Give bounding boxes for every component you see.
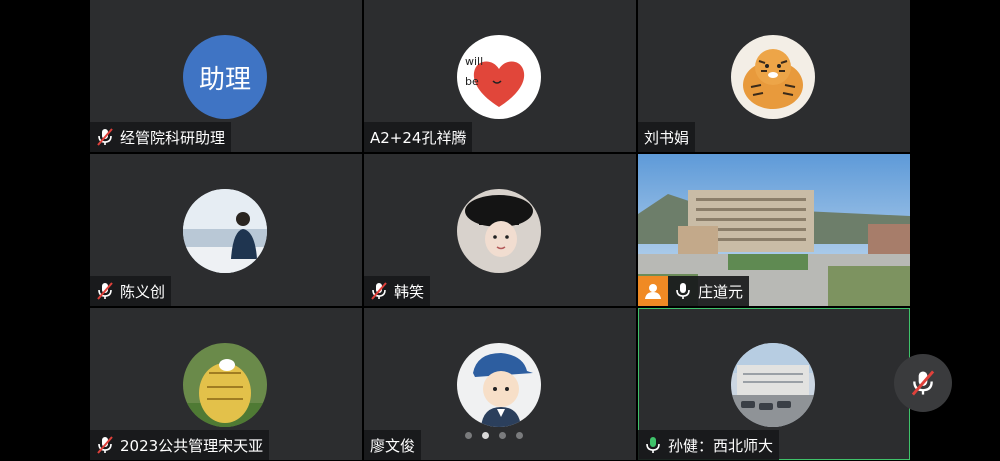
participant-name-label: 陈义创 xyxy=(90,276,172,306)
participant-tile[interactable]: 刘书娟 xyxy=(638,0,910,152)
participant-name: 廖文俊 xyxy=(370,436,416,455)
participant-tile-active-speaker[interactable]: 孙健：西北师大 xyxy=(638,308,910,460)
participant-tile[interactable]: 2023公共管理宋天亚 xyxy=(90,308,362,460)
participant-name-label: 庄道元 xyxy=(668,276,750,306)
participant-tile[interactable]: 陈义创 xyxy=(90,154,362,306)
boy-cap-cartoon-avatar xyxy=(457,343,541,427)
heart-drawing-avatar: will be xyxy=(457,35,541,119)
mic-muted-icon xyxy=(911,370,935,396)
participant-name: 韩笑 xyxy=(394,282,425,301)
participant-name-label: 廖文俊 xyxy=(364,430,422,460)
avatar-word: be xyxy=(465,75,479,88)
text-avatar: 助理 xyxy=(183,35,267,119)
participant-name: 孙健：西北师大 xyxy=(668,436,774,455)
participant-name: 刘书娟 xyxy=(644,128,690,147)
yellow-animal-avatar xyxy=(183,343,267,427)
person-icon-badge xyxy=(638,276,668,306)
person-icon xyxy=(645,284,661,299)
mic-muted-icon xyxy=(97,282,113,300)
page-indicator[interactable] xyxy=(465,432,523,439)
participant-tile[interactable]: will be A2+24孔祥腾 xyxy=(364,0,636,152)
avatar-initials: 助理 xyxy=(198,64,251,95)
participant-video-tile[interactable]: 庄道元 xyxy=(638,154,910,306)
person-by-sea-avatar xyxy=(183,189,267,273)
page-dot[interactable] xyxy=(516,432,523,439)
participant-name: 2023公共管理宋天亚 xyxy=(120,436,264,455)
participant-name-label: 韩笑 xyxy=(364,276,431,306)
participant-name: 经管院科研助理 xyxy=(120,128,226,147)
page-dot[interactable] xyxy=(499,432,506,439)
tiger-cartoon-avatar xyxy=(731,35,815,119)
page-dot-current[interactable] xyxy=(482,432,489,439)
participant-name-label: 刘书娟 xyxy=(638,122,696,152)
avatar-word: will xyxy=(465,55,483,68)
page-dot[interactable] xyxy=(465,432,472,439)
participant-name: 陈义创 xyxy=(120,282,166,301)
mic-muted-icon xyxy=(371,282,387,300)
participant-name-label: 2023公共管理宋天亚 xyxy=(90,430,270,460)
child-with-hat-avatar xyxy=(457,189,541,273)
mic-speaking-icon xyxy=(646,437,660,453)
participant-name-label: 经管院科研助理 xyxy=(90,122,232,152)
mic-muted-icon xyxy=(97,128,113,146)
mic-icon xyxy=(676,283,690,299)
participant-tile[interactable]: 韩笑 xyxy=(364,154,636,306)
participant-name: 庄道元 xyxy=(698,282,744,301)
building-photo-avatar xyxy=(731,343,815,427)
participant-name-label: 孙健：西北师大 xyxy=(638,430,780,460)
participant-name-label: A2+24孔祥腾 xyxy=(364,122,473,152)
floating-mute-button[interactable] xyxy=(894,354,952,412)
participant-name: A2+24孔祥腾 xyxy=(370,128,467,147)
mic-muted-icon xyxy=(97,436,113,454)
video-grid: 助理 经管院科研助理 will be A2+24孔祥腾 刘书娟 陈义创 韩笑 庄… xyxy=(90,0,910,461)
participant-tile[interactable]: 助理 经管院科研助理 xyxy=(90,0,362,152)
